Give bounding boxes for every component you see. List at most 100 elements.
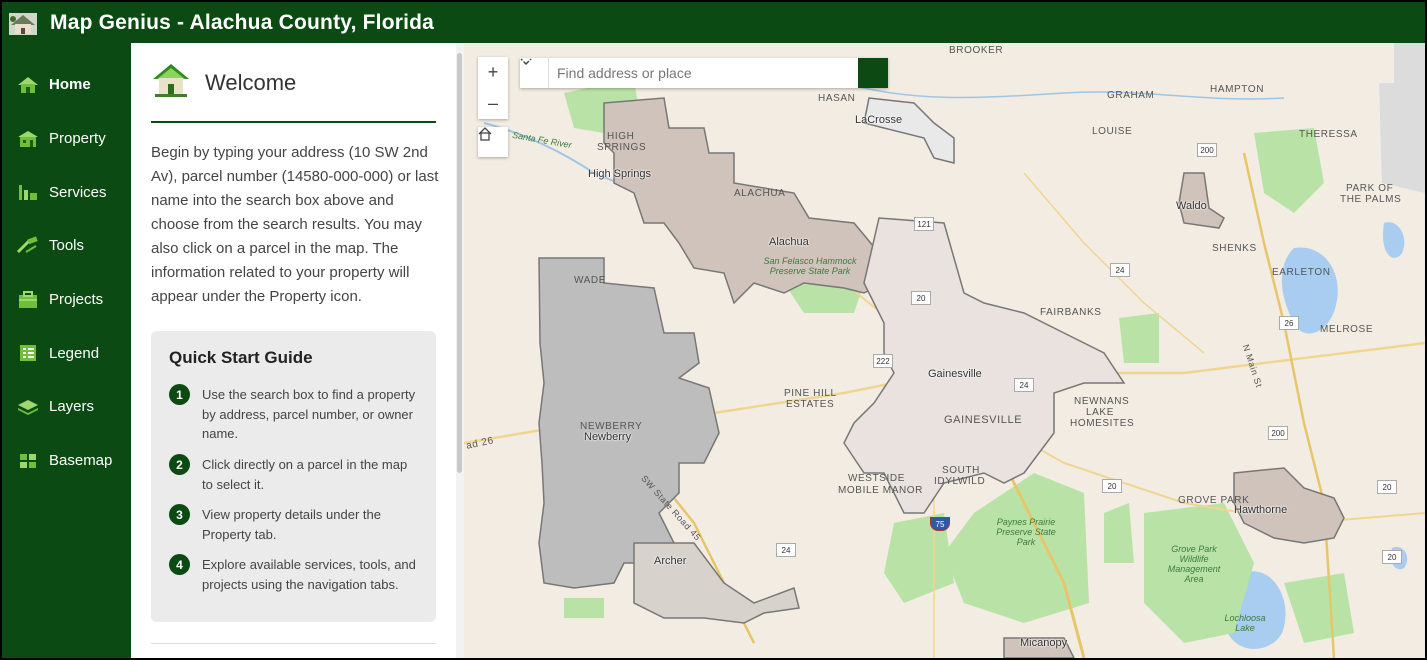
map-label: ALACHUA	[734, 188, 786, 199]
map-label: Lochloosa Lake	[1224, 613, 1266, 633]
road-shield: 24	[776, 543, 796, 557]
map-label: WESTSIDE	[848, 473, 906, 484]
map-label: High Springs	[588, 168, 651, 180]
guide-step: 2 Click directly on a parcel in the map …	[169, 454, 419, 494]
map-label: PINE HILL	[784, 388, 837, 399]
map-label: Grove Park Wildlife Management Area	[1167, 544, 1221, 584]
zoom-in-button[interactable]: +	[478, 57, 508, 88]
nav-item-basemap[interactable]: Basemap	[2, 434, 131, 488]
map-label: HASAN	[818, 93, 856, 104]
nav-item-projects[interactable]: Projects	[2, 273, 131, 327]
nav-item-tools[interactable]: Tools	[2, 219, 131, 273]
map-label: MELROSE	[1320, 324, 1374, 335]
map-label: PARK OF	[1346, 183, 1394, 194]
map-label: BROOKER	[949, 45, 1004, 56]
nav-label-basemap: Basemap	[49, 452, 113, 470]
guide-title: Quick Start Guide	[169, 348, 313, 367]
nav-label-home: Home	[49, 76, 91, 94]
app-logo-icon	[8, 9, 38, 37]
default-extent-button[interactable]	[478, 127, 508, 157]
map-label: San Felasco Hammock Preserve State Park	[763, 256, 857, 276]
map-label: IDYLWILD	[934, 476, 986, 487]
map-label: LOUISE	[1092, 126, 1133, 137]
step-number: 3	[169, 504, 190, 525]
nav-label-tools: Tools	[49, 237, 85, 255]
map-label: SHENKS	[1212, 243, 1257, 254]
nav-label-layers: Layers	[49, 398, 95, 416]
nav-item-legend[interactable]: Legend	[2, 326, 131, 380]
panel-scrollbar[interactable]	[456, 43, 464, 658]
map-label: GAINESVILLE	[944, 414, 1023, 426]
road-shield: 20	[1102, 479, 1122, 493]
search-input[interactable]	[549, 58, 858, 88]
map-label: Newberry	[584, 431, 632, 443]
guide-step: 3 View property details under the Proper…	[169, 504, 419, 544]
tools-icon	[16, 236, 40, 256]
welcome-intro-text: Begin by typing your address (10 SW 2nd …	[151, 144, 439, 305]
nav-label-property: Property	[49, 130, 106, 148]
map-label: ESTATES	[786, 399, 835, 410]
map-label: LAKE	[1086, 407, 1114, 418]
welcome-panel: Welcome Begin by typing your address (10…	[131, 43, 456, 658]
map-label: LaCrosse	[855, 114, 903, 126]
services-icon	[16, 182, 40, 202]
map-label: Alachua	[769, 236, 809, 248]
welcome-header: Welcome	[151, 61, 296, 104]
map-label: THE PALMS	[1340, 194, 1402, 205]
property-icon	[16, 129, 40, 149]
map-view[interactable]: BROOKER GRAHAM HAMPTON HASAN LaCrosse LO…	[464, 43, 1425, 658]
layers-icon	[16, 397, 40, 417]
map-label: MOBILE MANOR	[838, 485, 923, 496]
app-window: Map Genius - Alachua County, Florida Hom…	[0, 0, 1427, 660]
step-text: Click directly on a parcel in the map to…	[202, 457, 408, 492]
map-label: SPRINGS	[597, 142, 647, 153]
nav-label-services: Services	[49, 183, 107, 201]
map-label: Waldo	[1176, 200, 1207, 212]
map-label: Micanopy	[1020, 637, 1068, 649]
road-shield: 200	[1268, 426, 1288, 440]
road-shield: 222	[873, 354, 893, 368]
map-label: EARLETON	[1272, 267, 1331, 278]
panel-divider	[151, 643, 436, 644]
nav-item-services[interactable]: Services	[2, 165, 131, 219]
nav-item-layers[interactable]: Layers	[2, 380, 131, 434]
scrollbar-thumb[interactable]	[457, 53, 462, 473]
quick-start-guide: Quick Start Guide 1 Use the search box t…	[151, 331, 436, 622]
map-label: NEWNANS	[1074, 396, 1130, 407]
map-label: Gainesville	[928, 368, 982, 380]
road-shield: 24	[1110, 263, 1130, 277]
map-label: Paynes Prairie Preserve State Park	[996, 517, 1056, 547]
map-label: FAIRBANKS	[1040, 307, 1102, 318]
map-search	[520, 58, 888, 88]
zoom-out-button[interactable]: –	[478, 88, 508, 119]
nav-item-home[interactable]: Home	[2, 58, 131, 112]
road-shield: 20	[1382, 550, 1402, 564]
welcome-divider	[151, 121, 436, 123]
step-number: 2	[169, 454, 190, 475]
guide-step: 1 Use the search box to find a property …	[169, 384, 419, 444]
projects-icon	[16, 290, 40, 310]
road-shield: 121	[914, 217, 934, 231]
nav-item-property[interactable]: Property	[2, 112, 131, 166]
road-shield: 20	[1377, 480, 1397, 494]
guide-step: 4 Explore available services, tools, and…	[169, 554, 419, 594]
map-label: HAMPTON	[1210, 84, 1265, 95]
road-shield: 20	[911, 291, 931, 305]
road-shield: 200	[1197, 143, 1217, 157]
legend-icon	[16, 343, 40, 363]
map-label: HOMESITES	[1070, 418, 1135, 429]
search-button[interactable]	[520, 58, 888, 88]
app-title: Map Genius - Alachua County, Florida	[50, 10, 435, 34]
map-label: Hawthorne	[1234, 504, 1288, 516]
step-number: 4	[169, 554, 190, 575]
map-label: Archer	[654, 555, 687, 567]
map-label: THERESSA	[1299, 129, 1358, 140]
welcome-title: Welcome	[205, 69, 297, 95]
interstate-shield: 75	[930, 517, 950, 531]
map-label: WADE	[574, 275, 607, 286]
road-shield: 26	[1279, 316, 1299, 330]
nav-label-legend: Legend	[49, 344, 100, 362]
welcome-home-icon	[151, 61, 191, 104]
road-shield: 24	[1014, 378, 1034, 392]
sidebar-nav: Home Property Services Tools Projects Le…	[2, 43, 131, 658]
